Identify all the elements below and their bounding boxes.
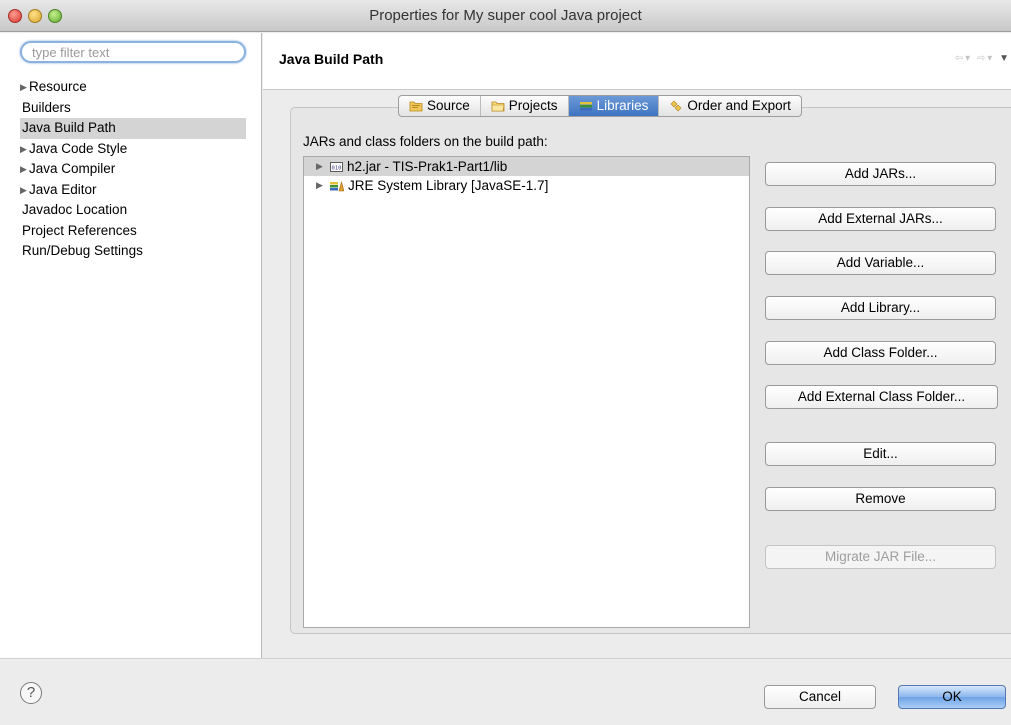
add-class-folder-button[interactable]: Add Class Folder...: [765, 341, 996, 365]
migrate-jar-button: Migrate JAR File...: [765, 545, 996, 569]
sidebar-item-java-editor[interactable]: ▶ Java Editor: [20, 180, 246, 201]
edit-button[interactable]: Edit...: [765, 442, 996, 466]
build-path-label: JARs and class folders on the build path…: [303, 134, 548, 149]
add-external-class-folder-button[interactable]: Add External Class Folder...: [765, 385, 998, 409]
sidebar-item-project-references[interactable]: Project References: [20, 221, 246, 242]
back-arrow-icon[interactable]: ⇦▾: [955, 53, 972, 64]
source-folder-icon: [409, 101, 423, 112]
sidebar-item-run-debug-settings[interactable]: Run/Debug Settings: [20, 241, 246, 262]
page-header: Java Build Path ⇦▾ ⇨▾ ▼: [263, 33, 1011, 90]
filter-input[interactable]: type filter text: [20, 41, 246, 63]
expand-arrow-icon[interactable]: ▶: [316, 157, 326, 176]
remove-button[interactable]: Remove: [765, 487, 996, 511]
dialog-footer: ? Cancel OK: [0, 658, 1011, 725]
expand-arrow-icon[interactable]: ▶: [20, 139, 29, 159]
expand-arrow-icon[interactable]: ▶: [20, 180, 29, 200]
cancel-button[interactable]: Cancel: [764, 685, 876, 709]
library-icon: [330, 180, 344, 191]
add-external-jars-button[interactable]: Add External JARs...: [765, 207, 996, 231]
add-jars-button[interactable]: Add JARs...: [765, 162, 996, 186]
sidebar: type filter text ▶ Resource Builders Java…: [0, 33, 262, 658]
tab-bar: Source Projects Libraries Order and Expo…: [398, 95, 802, 117]
jar-icon: 010: [330, 161, 343, 172]
projects-folder-icon: [491, 101, 505, 112]
expand-arrow-icon[interactable]: ▶: [20, 77, 29, 97]
add-variable-button[interactable]: Add Variable...: [765, 251, 996, 275]
sidebar-item-builders[interactable]: Builders: [20, 98, 246, 119]
page-title: Java Build Path: [279, 51, 384, 67]
libraries-list[interactable]: ▶ 010 h2.jar - TIS-Prak1-Part1/lib ▶ JRE…: [303, 156, 750, 628]
view-menu-icon[interactable]: ▼: [999, 53, 1011, 64]
help-button[interactable]: ?: [20, 682, 42, 704]
libraries-icon: [579, 102, 592, 111]
list-item[interactable]: ▶ JRE System Library [JavaSE-1.7]: [304, 176, 749, 195]
add-library-button[interactable]: Add Library...: [765, 296, 996, 320]
expand-arrow-icon[interactable]: ▶: [316, 176, 326, 195]
order-export-icon: [670, 100, 682, 112]
tab-libraries[interactable]: Libraries: [568, 96, 660, 116]
sidebar-item-java-compiler[interactable]: ▶ Java Compiler: [20, 159, 246, 180]
forward-arrow-icon[interactable]: ⇨▾: [977, 53, 994, 64]
sidebar-item-java-code-style[interactable]: ▶ Java Code Style: [20, 139, 246, 160]
window-title: Properties for My super cool Java projec…: [369, 7, 642, 24]
ok-button[interactable]: OK: [898, 685, 1006, 709]
list-item[interactable]: ▶ 010 h2.jar - TIS-Prak1-Part1/lib: [304, 157, 749, 176]
sidebar-item-resource[interactable]: ▶ Resource: [20, 77, 246, 98]
category-tree: ▶ Resource Builders Java Build Path ▶ Java…: [20, 77, 246, 262]
history-navigation[interactable]: ⇦▾ ⇨▾ ▼: [955, 53, 1011, 64]
tab-projects[interactable]: Projects: [481, 96, 569, 116]
svg-text:010: 010: [332, 165, 342, 171]
title-bar: Properties for My super cool Java projec…: [0, 0, 1011, 32]
tab-order-and-export[interactable]: Order and Export: [659, 96, 801, 116]
sidebar-item-javadoc-location[interactable]: Javadoc Location: [20, 200, 246, 221]
expand-arrow-icon[interactable]: ▶: [20, 159, 29, 179]
sidebar-item-java-build-path[interactable]: Java Build Path: [20, 118, 246, 139]
tab-source[interactable]: Source: [399, 96, 481, 116]
